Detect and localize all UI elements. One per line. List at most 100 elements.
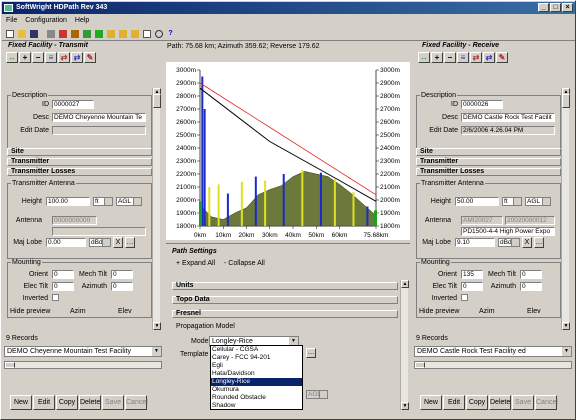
option-cellular[interactable]: Cellular - CGSA: [211, 346, 302, 354]
left-mech-tilt-field[interactable]: 0: [111, 270, 133, 279]
remove-icon[interactable]: −: [444, 52, 456, 63]
left-scrollbar[interactable]: ▲ ▼: [152, 88, 161, 330]
right-inverted-checkbox[interactable]: [461, 294, 468, 301]
menu-help[interactable]: Help: [75, 15, 89, 26]
new-icon[interactable]: [4, 28, 15, 39]
settings-scrollbar[interactable]: ▲ ▼: [400, 280, 409, 410]
left-maj-lobe-field[interactable]: 0.00: [46, 238, 86, 247]
range-icon[interactable]: ↔: [6, 52, 18, 63]
right-copy-button[interactable]: Copy: [466, 395, 488, 410]
left-azimuth-field[interactable]: 0: [111, 282, 133, 291]
left-orient-field[interactable]: 0: [52, 270, 74, 279]
folder3-icon[interactable]: [129, 28, 140, 39]
folder2-icon[interactable]: [117, 28, 128, 39]
link2-icon[interactable]: ⇄: [483, 52, 495, 63]
link-icon[interactable]: ⇄: [470, 52, 482, 63]
option-rounded-obstacle[interactable]: Rounded Obstacle: [211, 394, 302, 402]
right-antenna-desc-field[interactable]: PD1500-4-4 High Power Expo: [461, 227, 555, 236]
left-height-field[interactable]: 100.00: [46, 197, 90, 206]
left-transmitter-section[interactable]: Transmitter: [7, 158, 152, 166]
model-dropdown-list[interactable]: Cellular - CGSA Carey - FCC 94-201 Egli …: [210, 345, 303, 410]
left-inverted-checkbox[interactable]: [52, 294, 59, 301]
save-icon[interactable]: [28, 28, 39, 39]
right-clear-button[interactable]: X: [522, 237, 532, 248]
range-icon[interactable]: ↔: [418, 52, 430, 63]
option-carey[interactable]: Carey - FCC 94-201: [211, 354, 302, 362]
right-maj-unit-select[interactable]: dBd: [498, 238, 520, 247]
option-hata[interactable]: Hata/Davidson: [211, 370, 302, 378]
fresnel-section[interactable]: Fresnel: [172, 310, 398, 318]
arrow-left-icon[interactable]: [93, 28, 104, 39]
left-delete-button[interactable]: Delete: [79, 395, 101, 410]
right-facility-select[interactable]: DEMO Castle Rock Test Facility ed: [414, 346, 572, 357]
left-new-button[interactable]: New: [10, 395, 32, 410]
right-ref-select[interactable]: AGL: [525, 197, 551, 206]
right-maj-lobe-field[interactable]: 9.10: [455, 238, 495, 247]
left-maj-unit-select[interactable]: dBd: [89, 238, 111, 247]
link-icon[interactable]: ⇄: [58, 52, 70, 63]
option-okumura[interactable]: Okumura: [211, 386, 302, 394]
tools-icon[interactable]: [69, 28, 80, 39]
right-record-slider[interactable]: [414, 361, 572, 369]
add-icon[interactable]: +: [431, 52, 443, 63]
option-shadow[interactable]: Shadow: [211, 402, 302, 409]
zoom-icon[interactable]: [153, 28, 164, 39]
edit-icon[interactable]: [57, 28, 68, 39]
lock-icon[interactable]: ✎: [84, 52, 96, 63]
menu-configuration[interactable]: Configuration: [25, 15, 67, 26]
link2-icon[interactable]: ⇄: [71, 52, 83, 63]
folder-icon[interactable]: [105, 28, 116, 39]
left-copy-button[interactable]: Copy: [56, 395, 78, 410]
left-id-field[interactable]: 0000027: [52, 100, 94, 109]
left-clear-button[interactable]: X: [113, 237, 123, 248]
menu-file[interactable]: File: [6, 15, 17, 26]
maximize-button[interactable]: □: [550, 3, 561, 12]
right-orient-field[interactable]: 135: [461, 270, 483, 279]
left-description-group: Description ID 0000027 Desc DEMO Cheyenn…: [7, 92, 152, 149]
close-button[interactable]: ×: [562, 3, 573, 12]
option-egli[interactable]: Egli: [211, 362, 302, 370]
left-desc-field[interactable]: DEMO Cheyenne Mountain Te: [52, 113, 146, 122]
right-new-button[interactable]: New: [420, 395, 442, 410]
left-losses-section[interactable]: Transmitter Losses: [7, 168, 152, 176]
left-ref-select[interactable]: AGL: [116, 197, 142, 206]
list-icon[interactable]: ≡: [457, 52, 469, 63]
left-facility-select[interactable]: DEMO Cheyenne Mountain Test Facility: [4, 346, 162, 357]
right-browse-button[interactable]: …: [534, 237, 544, 248]
topo-data-section[interactable]: Topo Data: [172, 296, 398, 304]
right-id-field[interactable]: 0000026: [461, 100, 503, 109]
template-browse-button[interactable]: …: [306, 348, 316, 358]
print-icon[interactable]: [45, 28, 56, 39]
document-icon[interactable]: [141, 28, 152, 39]
option-longley-rice[interactable]: Longley-Rice: [211, 378, 302, 386]
add-icon[interactable]: +: [19, 52, 31, 63]
left-site-section[interactable]: Site: [7, 148, 152, 156]
right-azimuth-field[interactable]: 0: [520, 282, 542, 291]
left-record-slider[interactable]: [4, 361, 162, 369]
right-edit-button[interactable]: Edit: [443, 395, 465, 410]
right-unit-select[interactable]: ft: [502, 197, 522, 206]
expand-all-link[interactable]: + Expand All: [176, 260, 215, 267]
open-icon[interactable]: [16, 28, 27, 39]
right-losses-section[interactable]: Transmitter Losses: [416, 168, 561, 176]
lock-icon[interactable]: ✎: [496, 52, 508, 63]
left-unit-select[interactable]: ft: [93, 197, 113, 206]
profile-icon[interactable]: [81, 28, 92, 39]
right-height-field[interactable]: 50.00: [455, 197, 499, 206]
right-elec-tilt-field[interactable]: 0: [461, 282, 483, 291]
left-elec-tilt-field[interactable]: 0: [52, 282, 74, 291]
left-browse-button[interactable]: …: [125, 237, 135, 248]
right-desc-field[interactable]: DEMO Castle Rock Test Facilit: [461, 113, 555, 122]
minimize-button[interactable]: _: [538, 3, 549, 12]
right-site-section[interactable]: Site: [416, 148, 561, 156]
units-section[interactable]: Units: [172, 282, 398, 290]
right-transmitter-section[interactable]: Transmitter: [416, 158, 561, 166]
left-edit-button[interactable]: Edit: [33, 395, 55, 410]
right-delete-button[interactable]: Delete: [489, 395, 511, 410]
list-icon[interactable]: ≡: [45, 52, 57, 63]
right-mech-tilt-field[interactable]: 0: [520, 270, 542, 279]
collapse-all-link[interactable]: - Collapse All: [224, 260, 265, 267]
remove-icon[interactable]: −: [32, 52, 44, 63]
right-scrollbar[interactable]: ▲ ▼: [561, 88, 570, 330]
help-icon[interactable]: ?: [165, 28, 176, 39]
